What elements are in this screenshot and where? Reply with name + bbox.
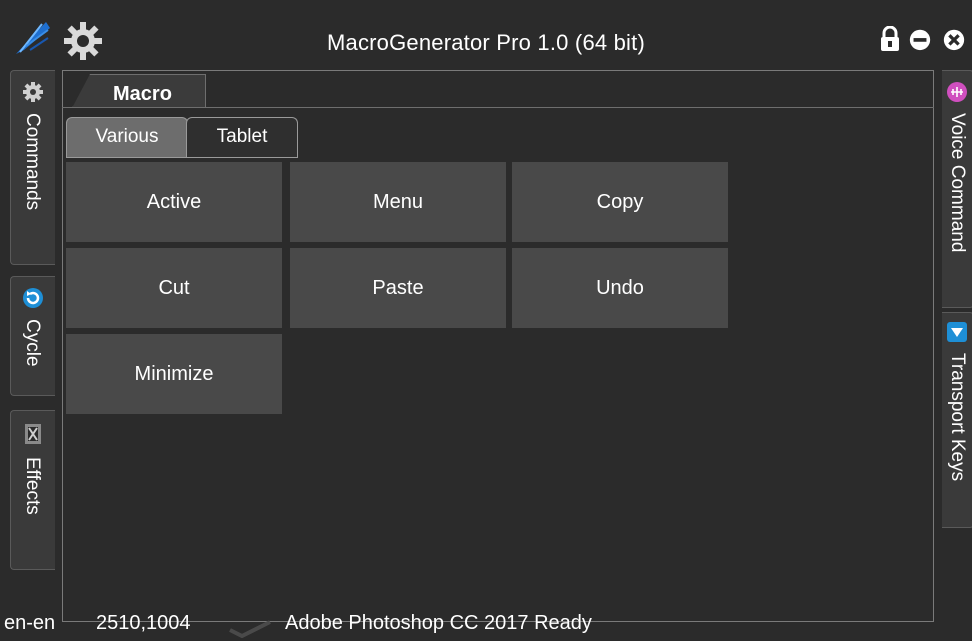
menu-button[interactable]: Menu	[290, 162, 506, 242]
cycle-icon	[23, 288, 43, 308]
side-tab-label: Commands	[22, 113, 43, 211]
side-tab-label: Effects	[22, 457, 43, 515]
locale-label: en-en	[4, 612, 56, 634]
tab-macro[interactable]: Macro	[72, 74, 206, 108]
close-icon[interactable]	[942, 26, 966, 52]
tab-divider	[62, 107, 934, 108]
side-tab-commands[interactable]: Commands	[10, 70, 55, 265]
film-icon	[25, 424, 41, 444]
status-message: Adobe Photoshop CC 2017 Ready	[285, 612, 592, 634]
checkmark-icon	[229, 620, 271, 638]
cut-button[interactable]: Cut	[66, 248, 282, 328]
subtab-divider	[66, 157, 298, 158]
voice-icon	[947, 82, 967, 102]
side-tab-transport-keys[interactable]: Transport Keys	[942, 312, 972, 528]
side-tab-voice-command[interactable]: Voice Command	[942, 70, 972, 308]
undo-button[interactable]: Undo	[512, 248, 728, 328]
subtab-various[interactable]: Various	[66, 117, 188, 157]
window-title: MacroGenerator Pro 1.0 (64 bit)	[326, 30, 645, 55]
side-tab-label: Cycle	[22, 319, 43, 367]
triangle-down-icon	[947, 322, 967, 342]
active-button[interactable]: Active	[66, 162, 282, 242]
paste-button[interactable]: Paste	[290, 248, 506, 328]
status-bar: en-en 2510,1004 Adobe Photoshop CC 2017 …	[0, 612, 972, 641]
copy-button[interactable]: Copy	[512, 162, 728, 242]
coordinates-readout: 2510,1004	[96, 612, 191, 634]
tab-macro-label: Macro	[113, 83, 172, 105]
side-tab-cycle[interactable]: Cycle	[10, 276, 55, 396]
gear-icon	[23, 82, 43, 102]
subtab-tablet[interactable]: Tablet	[186, 117, 298, 157]
minimize-icon[interactable]	[908, 26, 932, 52]
title-bar: MacroGenerator Pro 1.0 (64 bit)	[0, 0, 972, 60]
side-tab-effects[interactable]: Effects	[10, 410, 55, 570]
side-tab-label: Voice Command	[947, 113, 968, 253]
minimize-macro-button[interactable]: Minimize	[66, 334, 282, 414]
side-tab-label: Transport Keys	[947, 353, 968, 482]
lock-icon[interactable]	[878, 26, 902, 52]
